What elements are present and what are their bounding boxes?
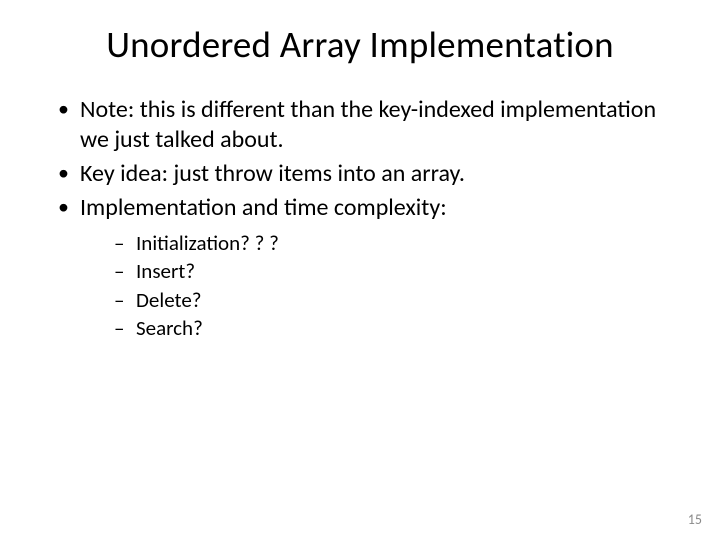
slide: Unordered Array Implementation Note: thi… (0, 0, 720, 540)
page-number: 15 (688, 511, 702, 528)
bullet-item: Key idea: just throw items into an array… (54, 159, 666, 189)
bullet-text: Implementation and time complexity: (80, 193, 447, 222)
bullet-item: Note: this is different than the key-ind… (54, 95, 666, 155)
slide-body: Note: this is different than the key-ind… (0, 67, 720, 342)
sub-bullet-item: Initialization? ? ? (114, 229, 666, 257)
bullet-list: Note: this is different than the key-ind… (54, 95, 666, 342)
sub-bullet-list: Initialization? ? ? Insert? Delete? Sear… (80, 229, 666, 342)
sub-bullet-item: Insert? (114, 257, 666, 285)
bullet-item: Implementation and time complexity: Init… (54, 193, 666, 342)
sub-bullet-item: Delete? (114, 286, 666, 314)
slide-title: Unordered Array Implementation (0, 0, 720, 67)
sub-bullet-item: Search? (114, 314, 666, 342)
